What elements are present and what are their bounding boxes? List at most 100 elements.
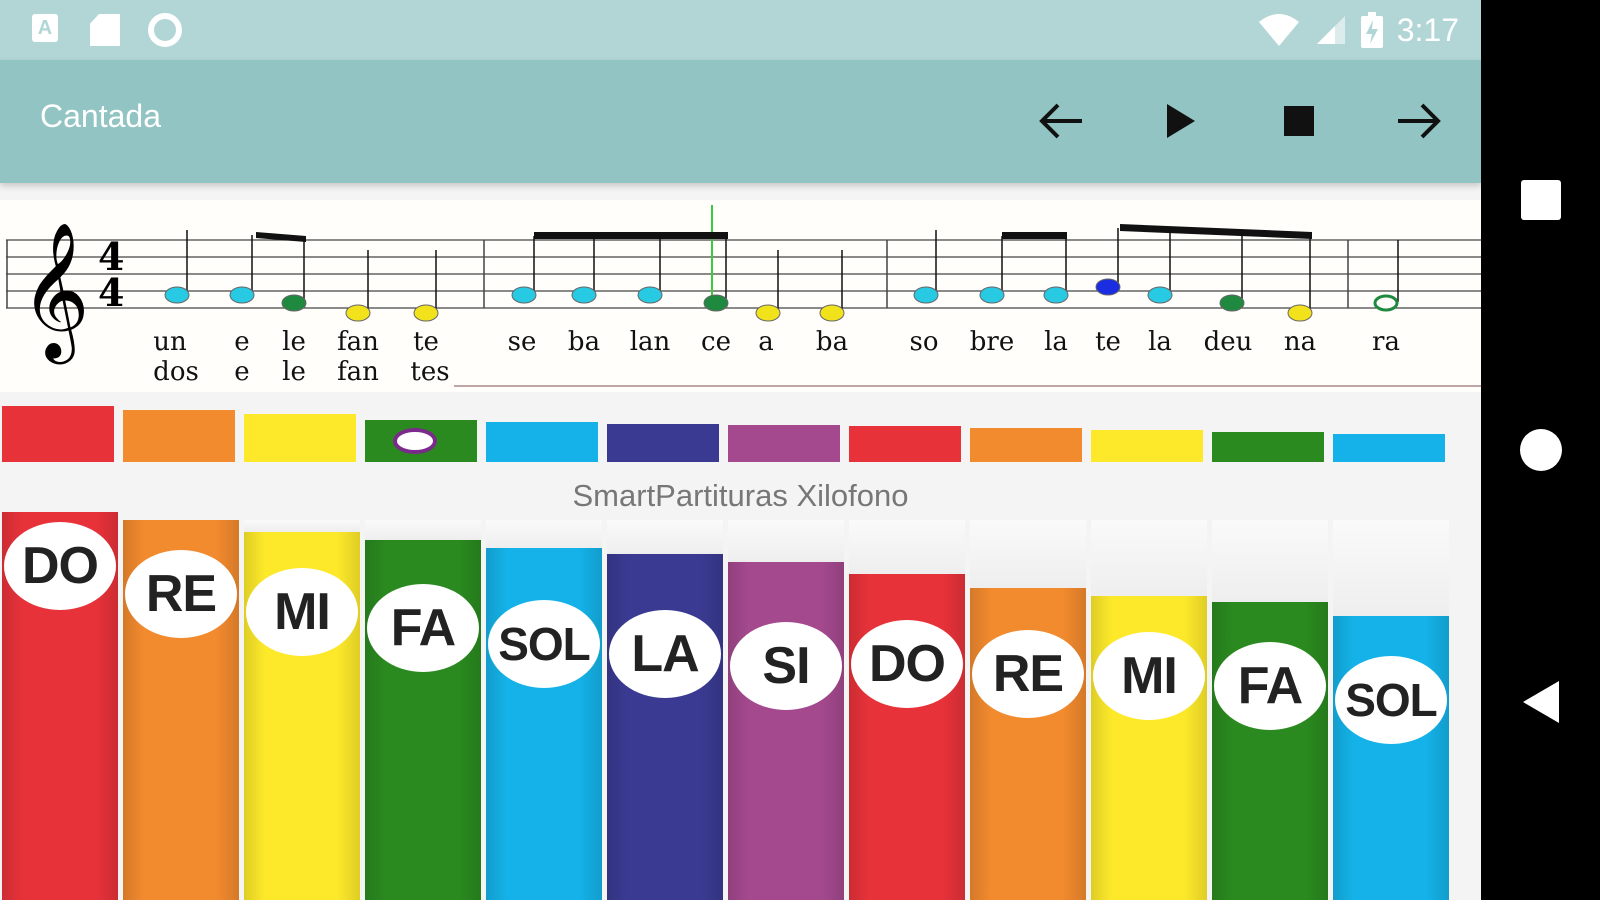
lyric-syllable: so xyxy=(910,327,939,357)
color-bar xyxy=(2,406,114,462)
key-shading xyxy=(607,554,723,900)
key-slot-background xyxy=(607,520,723,554)
sd-card-icon xyxy=(90,14,120,46)
lyric-syllable: la xyxy=(1148,327,1172,357)
back-arrow-icon xyxy=(1039,103,1082,139)
key-label: RE xyxy=(972,630,1084,718)
lyric-syllable: te xyxy=(413,327,439,357)
beams xyxy=(256,224,1312,242)
back-triangle-icon xyxy=(1523,681,1559,723)
lyric-syllable: un xyxy=(153,327,187,357)
treble-clef-icon: 𝄞 xyxy=(20,220,90,364)
signal-icon xyxy=(1316,16,1345,44)
key-slot-background xyxy=(486,520,602,548)
key-slot-background xyxy=(1091,520,1207,596)
color-bar xyxy=(365,420,477,462)
xylophone-key[interactable]: SOL xyxy=(1333,616,1449,900)
home-circle-icon xyxy=(1520,429,1562,471)
color-bar xyxy=(1333,434,1445,462)
lyrics-line-1: un e le fan te se ba lan ce a ba so bre … xyxy=(153,327,1400,357)
key-slot-background xyxy=(365,520,481,540)
xylophone-key[interactable]: DO xyxy=(849,574,965,900)
color-bar xyxy=(1212,432,1324,462)
xylophone-key[interactable]: DO xyxy=(2,512,118,900)
lyric-syllable: la xyxy=(1044,327,1068,357)
color-bar xyxy=(486,422,598,462)
app-toolbar: Cantada xyxy=(0,60,1481,183)
key-label: SI xyxy=(730,622,842,710)
color-bar xyxy=(1091,430,1203,462)
key-label: MI xyxy=(1093,632,1205,720)
xylophone-key[interactable]: FA xyxy=(1212,602,1328,900)
status-bar: A x 3:17 xyxy=(0,0,1481,60)
a-notification-icon: A xyxy=(32,14,58,42)
xylophone: DO RE MI FA SOL LA SI DO RE MI FA SOL xyxy=(0,512,1481,900)
key-label: RE xyxy=(125,550,237,638)
color-bar xyxy=(849,426,961,462)
xylophone-key[interactable]: SI xyxy=(728,562,844,900)
key-slot-background xyxy=(1333,520,1449,616)
lyric-syllable: na xyxy=(1284,327,1316,357)
color-bar xyxy=(244,414,356,462)
lyric-syllable: fan xyxy=(337,327,379,357)
play-icon xyxy=(1167,104,1195,138)
time-signature-bottom: 4 xyxy=(98,270,124,315)
key-label: LA xyxy=(609,610,721,698)
stop-button[interactable] xyxy=(1266,88,1332,154)
lyric-syllable: bre xyxy=(970,327,1014,357)
lyric-syllable: se xyxy=(508,327,537,357)
brand-label: SmartPartituras Xilofono xyxy=(572,478,909,513)
lyric-syllable: e xyxy=(234,327,249,357)
lyric-syllable: le xyxy=(282,357,306,387)
lyric-syllable: tes xyxy=(410,357,449,387)
key-slot-background xyxy=(849,520,965,574)
key-label: SOL xyxy=(488,600,600,688)
lyric-syllable: dos xyxy=(153,357,199,387)
lyric-syllable: le xyxy=(282,327,306,357)
recents-button[interactable] xyxy=(1513,172,1569,228)
key-label: DO xyxy=(851,620,963,708)
wifi-icon: x xyxy=(1258,14,1299,48)
svg-text:x: x xyxy=(1285,34,1294,48)
lyric-syllable: e xyxy=(234,357,249,387)
lyric-syllable: ba xyxy=(568,327,600,357)
staff-lines xyxy=(6,239,1481,309)
play-button[interactable] xyxy=(1148,88,1214,154)
key-shading xyxy=(728,562,844,900)
lyric-syllable: ra xyxy=(1372,327,1400,357)
page-title: Cantada xyxy=(40,98,161,134)
key-slot-background xyxy=(970,520,1086,588)
xylophone-key[interactable]: RE xyxy=(123,520,239,900)
previous-button[interactable] xyxy=(1028,88,1094,154)
note-heads xyxy=(164,278,1399,322)
forward-arrow-icon xyxy=(1398,103,1441,139)
back-button[interactable] xyxy=(1513,674,1569,730)
xylophone-key[interactable]: RE xyxy=(970,588,1086,900)
key-slot-background xyxy=(728,520,844,562)
home-button[interactable] xyxy=(1513,422,1569,478)
color-bar xyxy=(728,425,840,462)
key-label: MI xyxy=(246,568,358,656)
xylophone-key[interactable]: FA xyxy=(365,540,481,900)
xylophone-key[interactable]: MI xyxy=(1091,596,1207,900)
next-button[interactable] xyxy=(1386,88,1452,154)
lyric-syllable: ce xyxy=(701,327,731,357)
lyric-syllable: a xyxy=(758,327,774,357)
xylophone-key[interactable]: LA xyxy=(607,554,723,900)
lyric-syllable: fan xyxy=(337,357,379,387)
key-label: SOL xyxy=(1335,656,1447,744)
app-window: A x 3:17 Cantada 𝄞 4 4 un e le fan te se… xyxy=(0,0,1481,900)
sheet-music-score[interactable]: 𝄞 4 4 un e le fan te se ba lan ce a ba s… xyxy=(0,200,1481,392)
key-label: FA xyxy=(1214,642,1326,730)
color-bar xyxy=(123,410,235,462)
lyric-syllable: lan xyxy=(630,327,671,357)
a-notification-label: A xyxy=(37,17,53,39)
key-label: DO xyxy=(4,522,116,610)
lyric-syllable: ba xyxy=(816,327,848,357)
key-label: FA xyxy=(367,584,479,672)
key-slot-background xyxy=(1212,520,1328,602)
xylophone-key[interactable]: SOL xyxy=(486,548,602,900)
music-staff: 𝄞 4 4 un e le fan te se ba lan ce a ba s… xyxy=(6,205,1481,387)
clock-time: 3:17 xyxy=(1396,11,1459,48)
xylophone-key[interactable]: MI xyxy=(244,532,360,900)
